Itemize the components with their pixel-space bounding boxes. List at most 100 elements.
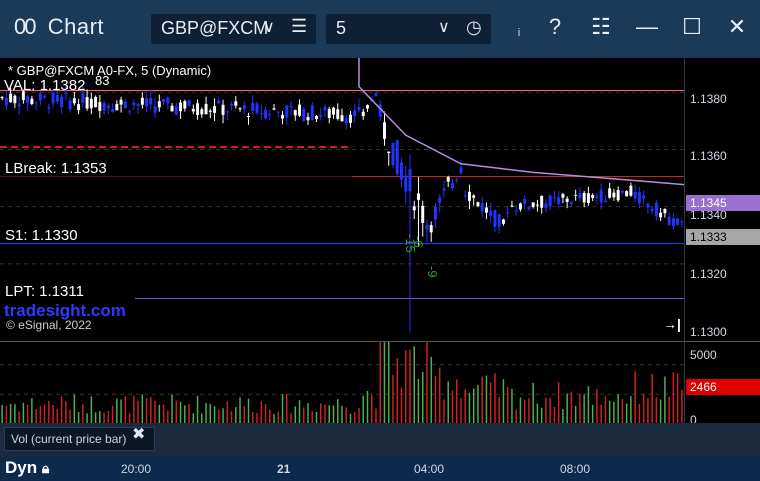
candle-body xyxy=(582,192,586,203)
candle-body xyxy=(102,103,106,111)
annotation-text: -6 xyxy=(411,236,426,248)
candle-body xyxy=(145,98,149,107)
candle-body xyxy=(646,203,650,208)
candle-body xyxy=(667,216,671,225)
help-icon[interactable]: ? xyxy=(540,14,570,44)
candle-body xyxy=(561,194,565,198)
candle-body xyxy=(281,114,285,119)
annotation-text: -9 xyxy=(425,266,440,278)
candle-body xyxy=(174,106,178,115)
symbol-select[interactable]: GBP@FXCM ∨ ☰ xyxy=(151,14,316,44)
candle-body xyxy=(128,111,132,113)
window-title: 00 Chart xyxy=(14,14,104,40)
candle-body xyxy=(501,219,505,224)
candle-body xyxy=(34,102,38,104)
candle-body xyxy=(357,107,361,111)
candle-body xyxy=(26,96,30,104)
candle-body xyxy=(412,206,416,211)
candle-body xyxy=(94,96,98,108)
candle-body xyxy=(442,188,446,191)
candle-body xyxy=(9,93,13,103)
candle-body xyxy=(153,106,157,113)
symbol-input[interactable]: GBP@FXCM xyxy=(161,18,268,39)
candle-body xyxy=(633,191,637,199)
chevron-down-icon[interactable]: ∨ xyxy=(263,17,275,37)
candle-body xyxy=(374,93,378,96)
candle-body xyxy=(208,110,212,112)
candle-body xyxy=(659,212,663,218)
candle-body xyxy=(416,193,420,200)
interval-select[interactable]: 5 ∨ ◷ xyxy=(326,14,491,44)
candle-body xyxy=(60,96,64,108)
volume-pane[interactable] xyxy=(0,341,684,424)
val-label: VAL: 1.1382 xyxy=(4,77,86,94)
candle-body xyxy=(217,100,221,104)
candle-body xyxy=(319,114,323,117)
scroll-to-end-icon[interactable]: →| xyxy=(663,316,681,332)
candle-body xyxy=(510,205,514,207)
current-price-box: 1.1333 xyxy=(686,229,760,245)
val-overlap-label: 83 xyxy=(95,73,110,88)
lbreak-label: LBreak: 1.1353 xyxy=(5,160,107,177)
dyn-label[interactable]: Dyn 🔒︎ xyxy=(5,458,49,478)
candle-body xyxy=(55,94,59,102)
close-icon[interactable]: ✕ xyxy=(722,14,752,44)
window-title-text: Chart xyxy=(47,14,105,39)
candle-body xyxy=(552,196,556,198)
price-tick: 1.1380 xyxy=(690,92,727,106)
maximize-icon[interactable]: ☐ xyxy=(677,14,707,44)
candle-body xyxy=(72,98,76,104)
link-icon[interactable]: ᵢ xyxy=(504,22,534,52)
candle-body xyxy=(344,118,348,124)
candle-body xyxy=(85,97,89,109)
candle-body xyxy=(637,192,641,204)
time-axis[interactable] xyxy=(0,457,760,481)
candle-body xyxy=(327,108,331,119)
candle-body xyxy=(111,109,115,112)
volume-chart-svg xyxy=(0,342,684,424)
candle-body xyxy=(196,103,200,115)
candle-body xyxy=(242,105,246,110)
copyright-text: © eSignal, 2022 xyxy=(6,318,92,332)
candle-body xyxy=(506,211,510,213)
candle-body xyxy=(429,225,433,233)
candle-body xyxy=(51,92,55,104)
candle-body xyxy=(599,189,603,203)
candle-body xyxy=(136,104,140,106)
chart-glyph-icon: 00 xyxy=(14,14,37,39)
candle-body xyxy=(654,202,658,217)
candle-body xyxy=(574,194,578,196)
candle-body xyxy=(191,108,195,112)
candle-body xyxy=(315,116,318,120)
candle-body xyxy=(264,109,268,119)
interval-input[interactable]: 5 xyxy=(336,18,346,39)
candle-body xyxy=(336,109,340,119)
candle-body xyxy=(620,190,624,193)
price-plot[interactable]: -15 -6 -9 xyxy=(0,58,684,341)
candle-body xyxy=(518,203,522,210)
close-study-icon[interactable]: ✖ xyxy=(132,424,145,444)
candle-body xyxy=(391,142,395,166)
candle-body xyxy=(259,113,263,115)
candle-body xyxy=(187,100,191,106)
lock-icon[interactable]: 🔒︎ xyxy=(42,460,49,476)
candle-body xyxy=(247,116,251,118)
symbol-legend: * GBP@FXCM A0-FX, 5 (Dynamic) xyxy=(8,63,212,78)
candle-body xyxy=(140,97,144,105)
clock-icon[interactable]: ◷ xyxy=(466,17,482,38)
candle-body xyxy=(459,167,463,173)
candle-body xyxy=(302,108,306,121)
candle-body xyxy=(467,191,471,201)
candle-body xyxy=(123,101,127,108)
candle-body xyxy=(523,198,527,204)
candle-body xyxy=(149,98,153,105)
candle-body xyxy=(289,105,293,108)
chevron-down-icon[interactable]: ∨ xyxy=(438,17,450,37)
candle-body xyxy=(157,101,161,108)
candle-body xyxy=(489,210,493,217)
symbol-list-icon[interactable]: ☰ xyxy=(291,16,307,37)
page-settings-icon[interactable]: ☷ xyxy=(586,14,616,44)
candle-body xyxy=(527,207,531,210)
candle-body xyxy=(4,98,8,106)
minimize-icon[interactable]: — xyxy=(632,14,662,44)
